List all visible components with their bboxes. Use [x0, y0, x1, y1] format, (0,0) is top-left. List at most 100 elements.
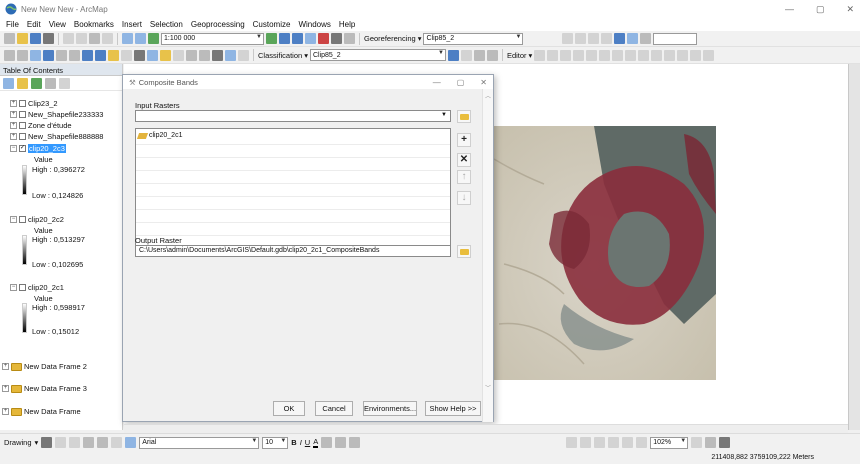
undo-icon[interactable]: [122, 33, 133, 44]
focus-data-frame-icon[interactable]: [705, 437, 717, 448]
toc-layer-row[interactable]: − clip20_2c2: [10, 215, 64, 224]
close-button[interactable]: ✕: [846, 4, 854, 15]
clear-selection-icon[interactable]: [121, 49, 132, 61]
font-size-combo[interactable]: 10 ▼: [262, 436, 289, 449]
layer-name[interactable]: New_Shapefile888888: [28, 132, 103, 141]
scatterplot-icon[interactable]: [473, 49, 485, 61]
docked-windows-strip[interactable]: [848, 64, 860, 430]
layout-zoom-combo[interactable]: 102% ▼: [650, 436, 689, 449]
view-link-table-icon[interactable]: [614, 33, 626, 44]
layer-visibility-checkbox[interactable]: [19, 216, 26, 223]
drawing-menu[interactable]: Drawing: [4, 438, 32, 447]
arctoolbox-icon[interactable]: [318, 33, 329, 44]
training-manager-icon[interactable]: [460, 49, 472, 61]
menu-windows[interactable]: Windows: [298, 20, 330, 29]
layout-back-icon[interactable]: [636, 437, 648, 448]
layer-name[interactable]: Clip23_2: [28, 99, 58, 108]
list-by-source-icon[interactable]: [17, 78, 28, 89]
layout-fixed-zoom-icon[interactable]: [622, 437, 634, 448]
expand-icon[interactable]: +: [10, 111, 17, 118]
point-icon[interactable]: [599, 49, 611, 61]
dialog-close-button[interactable]: ✕: [480, 78, 487, 87]
rotate-element-icon[interactable]: [55, 437, 67, 448]
search-input[interactable]: [653, 32, 698, 45]
expand-icon[interactable]: +: [2, 385, 9, 392]
select-elements-icon[interactable]: [41, 437, 53, 448]
zoom-out-icon[interactable]: [17, 49, 28, 61]
menu-geoprocessing[interactable]: Geoprocessing: [191, 20, 245, 29]
layer-name[interactable]: New_Shapefile233333: [28, 110, 103, 119]
layer-name[interactable]: clip20_2c1: [28, 283, 64, 292]
identify-icon[interactable]: [147, 49, 158, 61]
cut-polygons-icon[interactable]: [638, 49, 650, 61]
add-control-points-icon[interactable]: [601, 33, 613, 44]
toggle-draft-mode-icon[interactable]: [691, 437, 703, 448]
menu-file[interactable]: File: [6, 20, 19, 29]
expand-icon[interactable]: +: [10, 133, 17, 140]
toc-layer-row[interactable]: + Zone d'étude: [10, 121, 72, 130]
editor-toolbar-icon[interactable]: [266, 33, 277, 44]
print-icon[interactable]: [43, 33, 54, 44]
layer-visibility-checkbox[interactable]: [19, 133, 26, 140]
search-window-icon[interactable]: [305, 33, 316, 44]
data-frame-name[interactable]: New Data Frame: [24, 407, 81, 416]
find-route-icon[interactable]: [199, 49, 210, 61]
html-popup-icon[interactable]: [173, 49, 184, 61]
georeferencing-layer-combo[interactable]: Clip85_2 ▼: [423, 32, 524, 45]
scale-icon[interactable]: [588, 33, 600, 44]
model-builder-icon[interactable]: [344, 33, 355, 44]
menu-bookmarks[interactable]: Bookmarks: [74, 20, 114, 29]
data-frame-name[interactable]: New Data Frame 3: [24, 384, 87, 393]
shift-icon[interactable]: [575, 33, 587, 44]
go-to-xy-icon[interactable]: [225, 49, 236, 61]
marker-color-icon[interactable]: [349, 437, 361, 448]
dialog-minimize-button[interactable]: —: [433, 78, 441, 87]
environments-button[interactable]: Environments...: [363, 401, 417, 416]
save-icon[interactable]: [30, 33, 41, 44]
edit-vertices-icon[interactable]: [111, 437, 123, 448]
select-elements-icon[interactable]: [134, 49, 145, 61]
forward-extent-icon[interactable]: [95, 49, 106, 61]
layer-name[interactable]: Zone d'étude: [28, 121, 72, 130]
collapse-icon[interactable]: −: [10, 284, 17, 291]
sketch-properties-icon[interactable]: [690, 49, 702, 61]
map-horizontal-scrollbar[interactable]: [124, 424, 848, 433]
rotate-icon[interactable]: [562, 33, 574, 44]
editor-menu[interactable]: Editor: [507, 51, 527, 60]
show-help-button[interactable]: Show Help >>: [425, 401, 481, 416]
toc-layer-row[interactable]: + New_Shapefile888888: [10, 132, 103, 141]
attributes-icon[interactable]: [677, 49, 689, 61]
collapse-icon[interactable]: −: [10, 216, 17, 223]
scroll-up-icon[interactable]: ︿: [485, 91, 491, 100]
straight-segment-icon[interactable]: [560, 49, 572, 61]
trace-icon[interactable]: [586, 49, 598, 61]
edit-vertices-icon[interactable]: [612, 49, 624, 61]
layer-visibility-checkbox[interactable]: [19, 100, 26, 107]
search-icon[interactable]: [640, 33, 652, 44]
menu-customize[interactable]: Customize: [253, 20, 291, 29]
output-raster-field[interactable]: C:\Users\admin\Documents\ArcGIS\Default.…: [135, 245, 451, 257]
fill-color-icon[interactable]: [321, 437, 333, 448]
map-scale-combo[interactable]: 1:100 000 ▼: [161, 32, 264, 45]
list-by-drawing-order-icon[interactable]: [3, 78, 14, 89]
add-raster-button[interactable]: +: [457, 133, 471, 147]
copy-icon[interactable]: [76, 33, 87, 44]
italic-button[interactable]: I: [300, 438, 302, 447]
menu-selection[interactable]: Selection: [150, 20, 183, 29]
menu-view[interactable]: View: [49, 20, 66, 29]
input-rasters-combo[interactable]: [135, 110, 451, 122]
dialog-vertical-scrollbar[interactable]: ︿ ﹀: [482, 89, 493, 422]
back-extent-icon[interactable]: [82, 49, 93, 61]
maximize-button[interactable]: ▢: [816, 4, 825, 15]
zoom-whole-page-icon[interactable]: [608, 437, 620, 448]
move-down-button[interactable]: ↓: [457, 191, 471, 205]
list-item[interactable]: clip20_2c1: [136, 132, 182, 139]
browse-output-folder-icon[interactable]: [457, 245, 471, 258]
dialog-maximize-button[interactable]: ▢: [457, 78, 465, 87]
rotate-feature-icon[interactable]: [664, 49, 676, 61]
toc-data-frame-row[interactable]: + New Data Frame 3: [2, 384, 87, 393]
layer-visibility-checkbox[interactable]: ✓: [19, 145, 26, 152]
add-data-icon[interactable]: [148, 33, 159, 44]
catalog-icon[interactable]: [292, 33, 303, 44]
layer-name[interactable]: clip20_2c2: [28, 215, 64, 224]
